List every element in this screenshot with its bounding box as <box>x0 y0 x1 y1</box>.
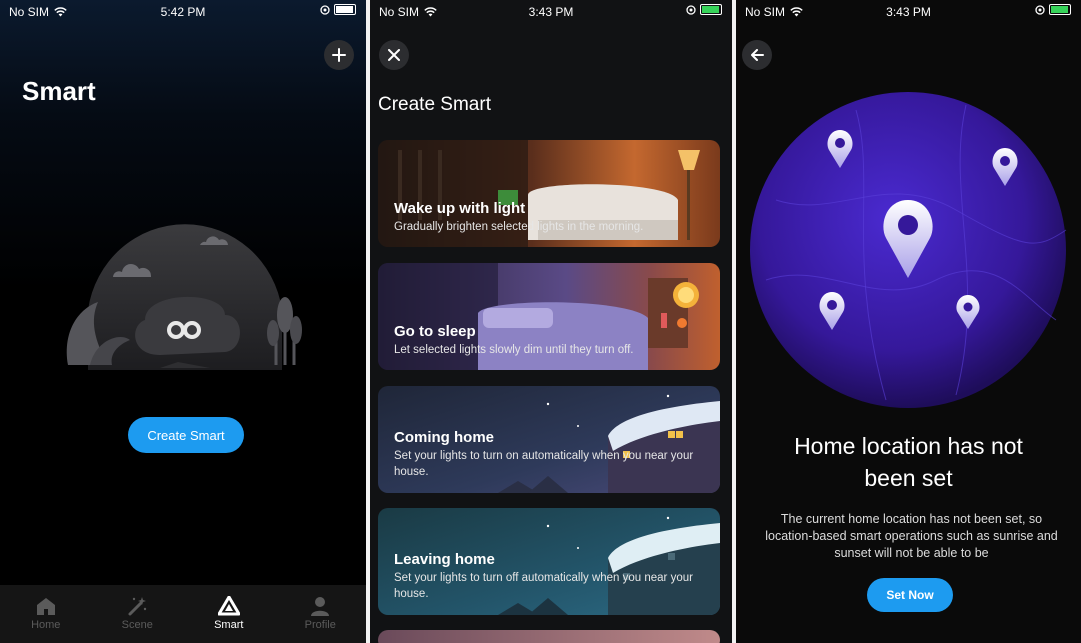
close-button[interactable] <box>379 40 409 70</box>
status-bar: No SIM 3:43 PM <box>370 0 732 22</box>
tab-home[interactable]: Home <box>0 585 92 643</box>
battery-icon <box>334 4 356 15</box>
scene-card-coming-home[interactable]: Coming home Set your lights to turn on a… <box>378 386 720 493</box>
card-description: Gradually brighten selected lights in th… <box>394 221 644 233</box>
tab-label-profile: Profile <box>304 619 336 631</box>
status-bar: No SIM 5:42 PM <box>0 0 366 22</box>
plus-icon <box>332 48 346 62</box>
tab-scene[interactable]: Scene <box>92 585 184 643</box>
status-time: 3:43 PM <box>886 5 931 19</box>
page-title: Smart <box>22 76 96 106</box>
card-title: Go to sleep <box>394 323 476 340</box>
card-title: Wake up with light <box>394 200 526 217</box>
tab-label-smart: Smart <box>214 619 244 631</box>
scene-card-partial[interactable] <box>378 630 720 643</box>
battery-charging-icon <box>700 4 722 15</box>
tab-label-home: Home <box>31 619 61 631</box>
card-description: Set your lights to turn on automatically… <box>394 450 694 478</box>
home-location-screen: No SIM 3:43 PM Home location has not bee… <box>736 0 1081 643</box>
tab-profile[interactable]: Profile <box>275 585 367 643</box>
add-button[interactable] <box>324 40 354 70</box>
create-smart-button[interactable]: Create Smart <box>128 417 244 453</box>
scene-card-wake-up[interactable]: Wake up with light Gradually brighten se… <box>378 140 720 247</box>
create-smart-screen: No SIM 3:43 PM Create Smart Wake up with… <box>370 0 732 643</box>
orientation-lock-icon <box>1035 4 1045 15</box>
scene-card-leaving-home[interactable]: Leaving home Set your lights to turn off… <box>378 508 720 615</box>
empty-state-illustration-icon <box>66 224 302 370</box>
empty-state-description: The current home location has not been s… <box>765 512 1058 560</box>
location-globe-illustration-icon <box>736 80 1081 415</box>
magic-wand-icon <box>128 597 147 616</box>
home-icon <box>36 598 55 615</box>
back-arrow-icon <box>750 49 764 61</box>
smart-screen: No SIM 5:42 PM Smart Create Smart Home S… <box>0 0 366 643</box>
empty-state-heading: Home location has not been set <box>794 433 1023 491</box>
scene-card-sleep[interactable]: Go to sleep Let selected lights slowly d… <box>378 263 720 370</box>
status-bar: No SIM 3:43 PM <box>736 0 1081 22</box>
profile-icon <box>311 597 330 616</box>
orientation-lock-icon <box>686 4 696 15</box>
back-button[interactable] <box>742 40 772 70</box>
set-now-button[interactable]: Set Now <box>867 578 953 612</box>
card-description: Set your lights to turn off automaticall… <box>394 572 693 600</box>
orientation-lock-icon <box>320 4 330 15</box>
status-time: 3:43 PM <box>528 5 574 19</box>
page-title: Create Smart <box>378 94 491 115</box>
card-title: Leaving home <box>394 551 495 568</box>
close-icon <box>388 49 400 61</box>
tab-bar: Home Scene Smart Profile <box>0 585 366 643</box>
battery-charging-icon <box>1049 4 1071 15</box>
card-title: Coming home <box>394 429 494 446</box>
smart-triangle-icon <box>217 596 240 616</box>
tab-label-scene: Scene <box>121 619 153 631</box>
card-description: Let selected lights slowly dim until the… <box>394 344 634 356</box>
status-time: 5:42 PM <box>160 5 206 19</box>
tab-smart[interactable]: Smart <box>183 585 275 643</box>
